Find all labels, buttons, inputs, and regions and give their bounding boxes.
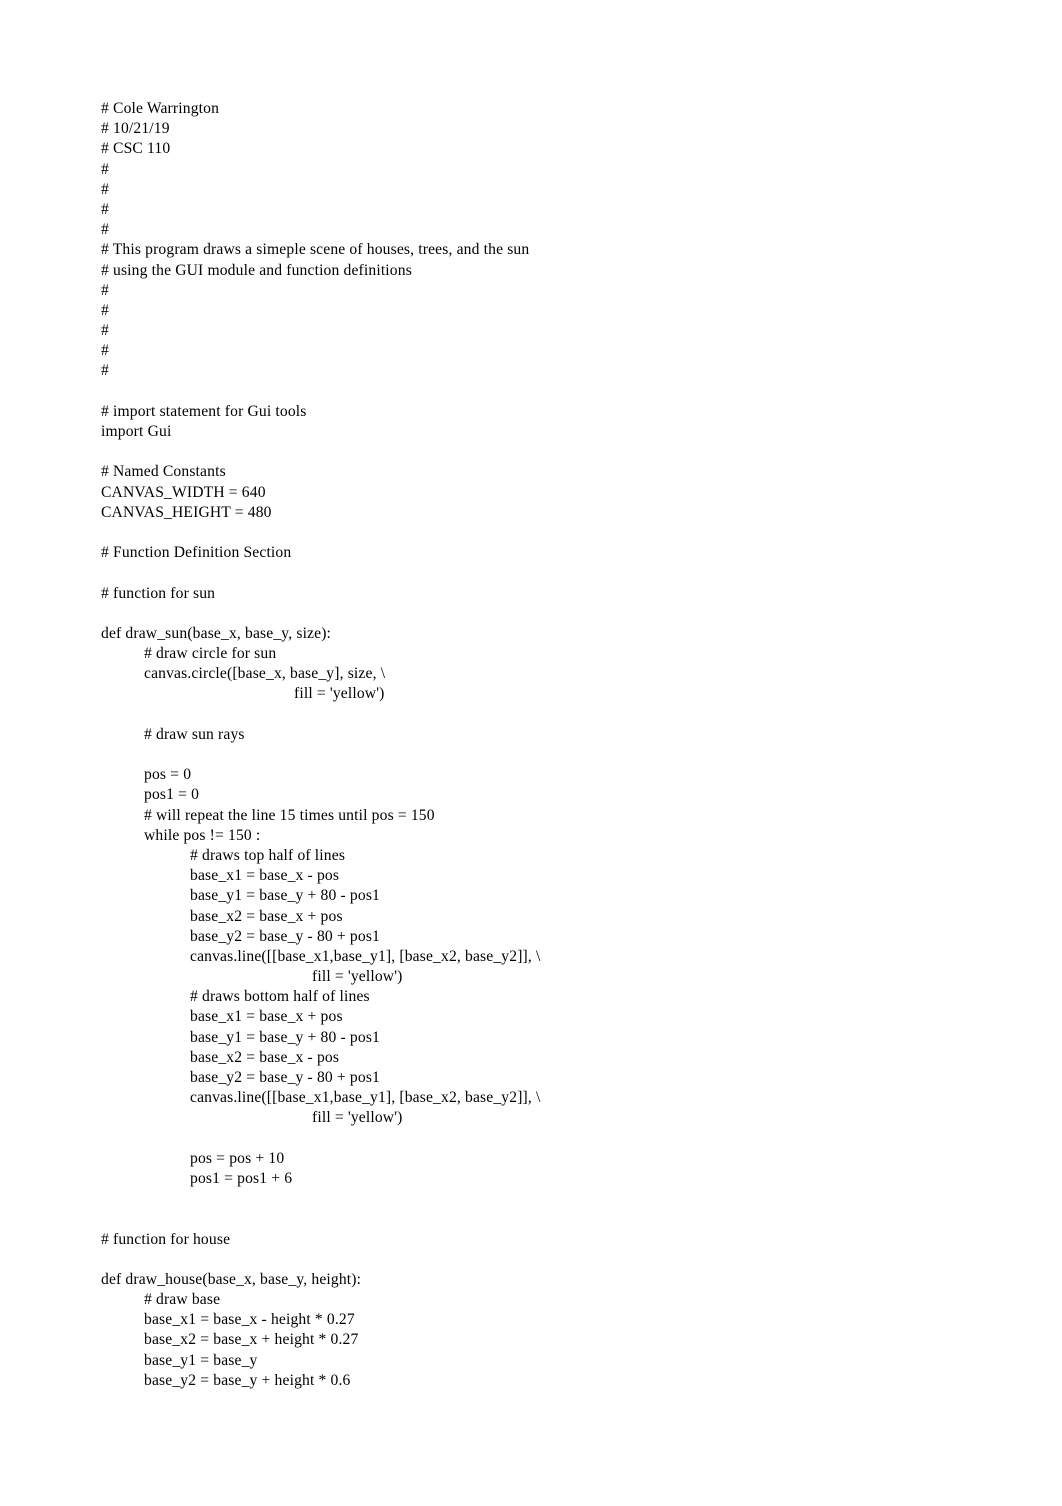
code-line: # bbox=[101, 160, 109, 178]
code-line: def draw_house(base_x, base_y, height): bbox=[101, 1270, 362, 1288]
code-line: # import statement for Gui tools bbox=[101, 402, 307, 420]
code-line: base_x2 = base_x + height * 0.27 bbox=[144, 1331, 359, 1349]
code-line: # bbox=[101, 180, 109, 198]
code-line: base_x1 = base_x - height * 0.27 bbox=[144, 1311, 355, 1329]
code-line: # bbox=[101, 342, 109, 360]
code-line: base_y2 = base_y - 80 + pos1 bbox=[190, 927, 380, 945]
code-line: # bbox=[101, 281, 109, 299]
code-line: pos = pos + 10 bbox=[190, 1149, 285, 1167]
code-line: # bbox=[101, 221, 109, 239]
code-line: # draw sun rays bbox=[144, 725, 245, 743]
code-line: fill = 'yellow') bbox=[294, 685, 385, 703]
code-line: # This program draws a simeple scene of … bbox=[101, 241, 530, 259]
code-line: # Function Definition Section bbox=[101, 544, 292, 562]
code-line: # Named Constants bbox=[101, 463, 226, 481]
code-line: pos = 0 bbox=[144, 766, 192, 784]
code-line: fill = 'yellow') bbox=[312, 968, 403, 986]
code-line: base_x1 = base_x - pos bbox=[190, 867, 340, 885]
code-line: # draw circle for sun bbox=[144, 645, 277, 663]
code-line: base_y2 = base_y + height * 0.6 bbox=[144, 1371, 351, 1389]
code-line: # CSC 110 bbox=[101, 140, 171, 158]
code-line: pos1 = 0 bbox=[144, 786, 200, 804]
code-line: canvas.line([[base_x1,base_y1], [base_x2… bbox=[190, 947, 541, 965]
code-line: while pos != 150 : bbox=[144, 826, 261, 844]
code-line: # using the GUI module and function defi… bbox=[101, 261, 412, 279]
code-line: # draws top half of lines bbox=[190, 846, 346, 864]
code-line: # draws bottom half of lines bbox=[190, 988, 370, 1006]
code-line: pos1 = pos1 + 6 bbox=[190, 1169, 293, 1187]
code-line: CANVAS_WIDTH = 640 bbox=[101, 483, 266, 501]
code-line: base_y2 = base_y - 80 + pos1 bbox=[190, 1069, 380, 1086]
code-line: CANVAS_HEIGHT = 480 bbox=[101, 503, 272, 521]
code-line: base_x2 = base_x + pos bbox=[190, 907, 343, 925]
document-page: # Cole Warrington # 10/21/19 # CSC 110 # # # #… bbox=[0, 0, 1062, 1506]
code-line: # bbox=[101, 362, 109, 380]
code-line: # will repeat the line 15 times until po… bbox=[144, 806, 435, 824]
code-line: # 10/21/19 bbox=[101, 120, 170, 138]
code-line: import Gui bbox=[101, 423, 172, 440]
code-line: base_y1 = base_y + 80 - pos1 bbox=[190, 887, 380, 905]
code-line: canvas.line([[base_x1,base_y1], [base_x2… bbox=[190, 1089, 541, 1107]
code-line: fill = 'yellow') bbox=[312, 1109, 403, 1127]
code-line: # bbox=[101, 322, 109, 340]
code-line: base_x1 = base_x + pos bbox=[190, 1008, 343, 1026]
code-line: # bbox=[101, 301, 109, 319]
code-line: # function for sun bbox=[101, 584, 216, 602]
code-line: def draw_sun(base_x, base_y, size): bbox=[101, 624, 332, 642]
code-listing: # Cole Warrington # 10/21/19 # CSC 110 # # # #… bbox=[101, 99, 1001, 1391]
code-line: base_y1 = base_y bbox=[144, 1351, 258, 1369]
code-line: base_x2 = base_x - pos bbox=[190, 1048, 340, 1066]
code-line: base_y1 = base_y + 80 - pos1 bbox=[190, 1028, 380, 1046]
code-line: # Cole Warrington bbox=[101, 100, 220, 117]
code-line: # function for house bbox=[101, 1230, 231, 1248]
code-line: canvas.circle([base_x, base_y], size, \ bbox=[144, 665, 386, 683]
code-line: # draw base bbox=[144, 1291, 221, 1309]
code-line: # bbox=[101, 200, 109, 218]
